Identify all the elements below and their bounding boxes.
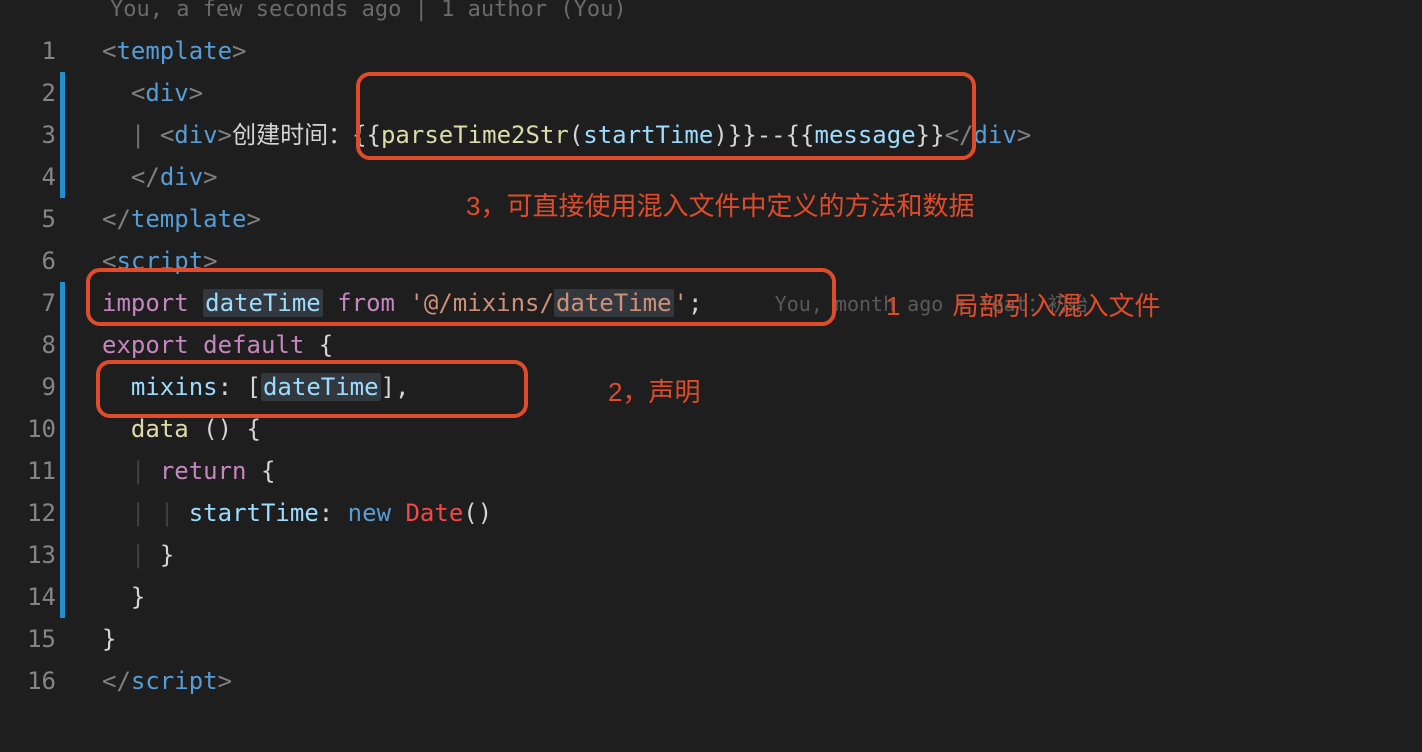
code-editor: 1 2 3 4 5 6 7 8 9 10 11 12 13 14 15 16 Y…: [0, 0, 1422, 752]
code-line[interactable]: data () {: [102, 408, 1422, 450]
code-line[interactable]: }: [102, 618, 1422, 660]
annotation-label-3: 3，可直接使用混入文件中定义的方法和数据: [466, 186, 974, 223]
code-line[interactable]: export default {: [102, 324, 1422, 366]
line-number: 1: [0, 30, 62, 72]
code-line[interactable]: <template>: [102, 30, 1422, 72]
line-number: 3: [0, 114, 62, 156]
line-number: 4: [0, 156, 62, 198]
line-number: 6: [0, 240, 62, 282]
code-line[interactable]: import dateTime from '@/mixins/dateTime'…: [102, 282, 1422, 324]
code-content[interactable]: You, a few seconds ago | 1 author (You) …: [62, 0, 1422, 752]
code-line[interactable]: <script>: [102, 240, 1422, 282]
code-line[interactable]: <div>: [102, 72, 1422, 114]
line-number: 14: [0, 576, 62, 618]
line-number: 9: [0, 366, 62, 408]
code-line[interactable]: }: [102, 576, 1422, 618]
code-line[interactable]: | return {: [102, 450, 1422, 492]
line-number: 12: [0, 492, 62, 534]
line-number: 11: [0, 450, 62, 492]
line-number: 10: [0, 408, 62, 450]
annotation-label-1: 1局部引入混入文件: [886, 286, 1160, 323]
line-number: 5: [0, 198, 62, 240]
line-number: 2: [0, 72, 62, 114]
line-number: 13: [0, 534, 62, 576]
git-blame-header: You, a few seconds ago | 1 author (You): [102, 0, 1422, 30]
code-line[interactable]: | }: [102, 534, 1422, 576]
code-line[interactable]: | <div>创建时间：{{parseTime2Str(startTime)}}…: [102, 114, 1422, 156]
line-number: 15: [0, 618, 62, 660]
code-line[interactable]: </script>: [102, 660, 1422, 702]
line-number: 8: [0, 324, 62, 366]
code-line[interactable]: mixins: [dateTime],: [102, 366, 1422, 408]
line-number: 16: [0, 660, 62, 702]
annotation-label-2: 2，声明: [608, 372, 700, 409]
line-number: 7: [0, 282, 62, 324]
code-line[interactable]: | | startTime: new Date(): [102, 492, 1422, 534]
line-number-gutter: 1 2 3 4 5 6 7 8 9 10 11 12 13 14 15 16: [0, 0, 62, 752]
